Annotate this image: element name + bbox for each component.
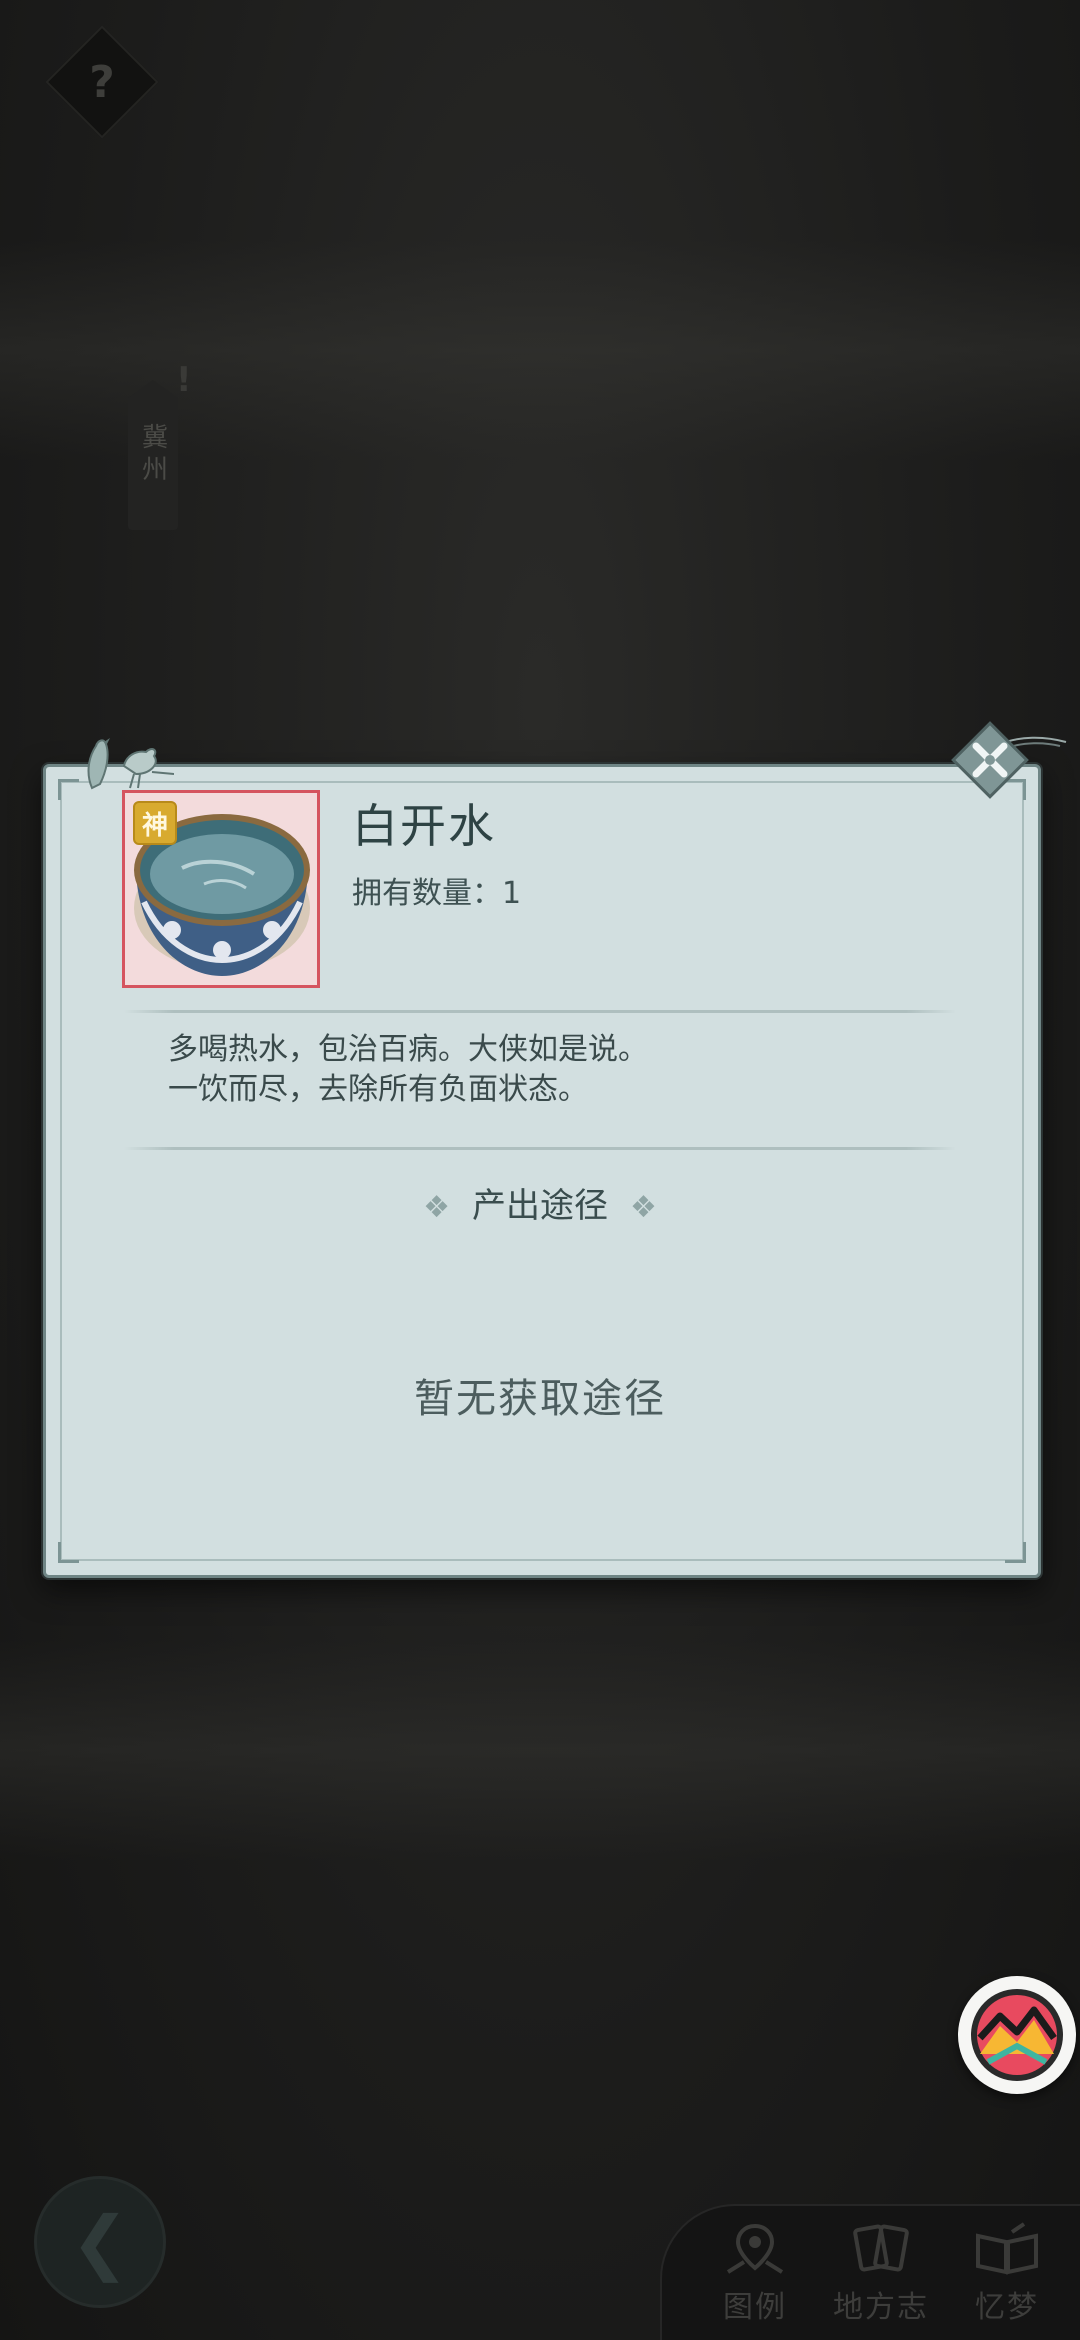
back-arrow-icon: ❮ [70, 2201, 130, 2283]
diamond-ornament-icon: ❖ [423, 1190, 450, 1225]
nav-item-chronicle[interactable]: 地方志 [826, 2222, 936, 2326]
corner-ornament [58, 1542, 79, 1563]
nav-label: 图例 [723, 2290, 787, 2325]
question-icon: ? [89, 56, 115, 108]
source-title-text: 产出途径 [472, 1186, 608, 1226]
alert-icon: ! [176, 360, 192, 400]
cards-icon [853, 2224, 909, 2272]
item-count: 拥有数量：1 [352, 868, 521, 912]
back-button[interactable]: ❮ [34, 2176, 166, 2308]
nav-label: 忆梦 [975, 2290, 1039, 2325]
game-scene: ? 冀州 ! 神 白开水 拥有数量：1 多喝热水，包治百病。大侠如是说。 一饮而… [0, 0, 1080, 2340]
count-label: 拥有数量： [352, 876, 502, 911]
divider [124, 1147, 956, 1150]
ink-mountain-band [0, 1640, 1080, 1860]
description-line: 一饮而尽，去除所有负面状态。 [168, 1072, 588, 1107]
item-description: 多喝热水，包治百病。大侠如是说。 一饮而尽，去除所有负面状态。 [168, 1030, 928, 1110]
description-line: 多喝热水，包治百病。大侠如是说。 [168, 1032, 648, 1067]
nav-label: 地方志 [833, 2290, 929, 2325]
count-value: 1 [502, 876, 522, 911]
nav-item-dream[interactable]: 忆梦 [952, 2222, 1062, 2326]
corner-ornament [1005, 1542, 1026, 1563]
item-name: 白开水 [352, 799, 496, 853]
book-icon [976, 2222, 1038, 2275]
source-section-title: ❖ 产出途径 ❖ [0, 1178, 1080, 1227]
diamond-ornament-icon: ❖ [630, 1190, 657, 1225]
floating-assistant-button[interactable] [958, 1976, 1076, 2094]
help-button[interactable]: ? [45, 25, 159, 139]
birds-ornament-icon [87, 738, 174, 790]
divider [124, 1010, 956, 1013]
no-source-text: 暂无获取途径 [414, 1376, 666, 1422]
region-tag[interactable]: 冀州 [128, 380, 178, 530]
close-x-icon[interactable] [948, 718, 1032, 802]
grade-badge: 神 [133, 801, 177, 845]
nav-item-legend[interactable]: 图例 [700, 2222, 810, 2326]
item-icon-frame[interactable]: 神 [122, 790, 320, 988]
mountain-logo-icon [971, 1989, 1063, 2081]
map-pin-icon [726, 2223, 784, 2274]
